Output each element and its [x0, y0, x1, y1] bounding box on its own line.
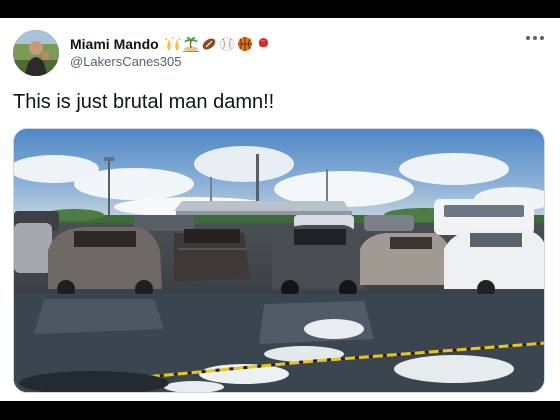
tweet-photo[interactable] — [13, 128, 545, 393]
tweet-text: This is just brutal man damn!! — [13, 91, 275, 113]
boxing-glove-icon — [255, 36, 271, 52]
burned-cars-parking-lot-photo — [14, 129, 544, 392]
basketball-icon — [237, 36, 253, 52]
author-name-row: Miami Mando — [70, 34, 273, 54]
tweet-card: Miami Mando @LakersCanes305 This is just… — [0, 18, 560, 401]
football-icon — [201, 36, 217, 52]
top-letterbox-bar — [0, 0, 560, 18]
avatar-image — [13, 30, 59, 76]
avatar[interactable] — [13, 30, 59, 76]
palm-island-icon — [182, 36, 199, 52]
bottom-letterbox-bar — [0, 401, 560, 420]
name-emoji-group — [165, 36, 273, 52]
more-options-icon[interactable] — [526, 32, 544, 44]
user-handle[interactable]: @LakersCanes305 — [70, 54, 181, 69]
raised-hands-icon — [165, 36, 181, 52]
baseball-icon — [219, 36, 235, 52]
display-name[interactable]: Miami Mando — [70, 36, 159, 52]
